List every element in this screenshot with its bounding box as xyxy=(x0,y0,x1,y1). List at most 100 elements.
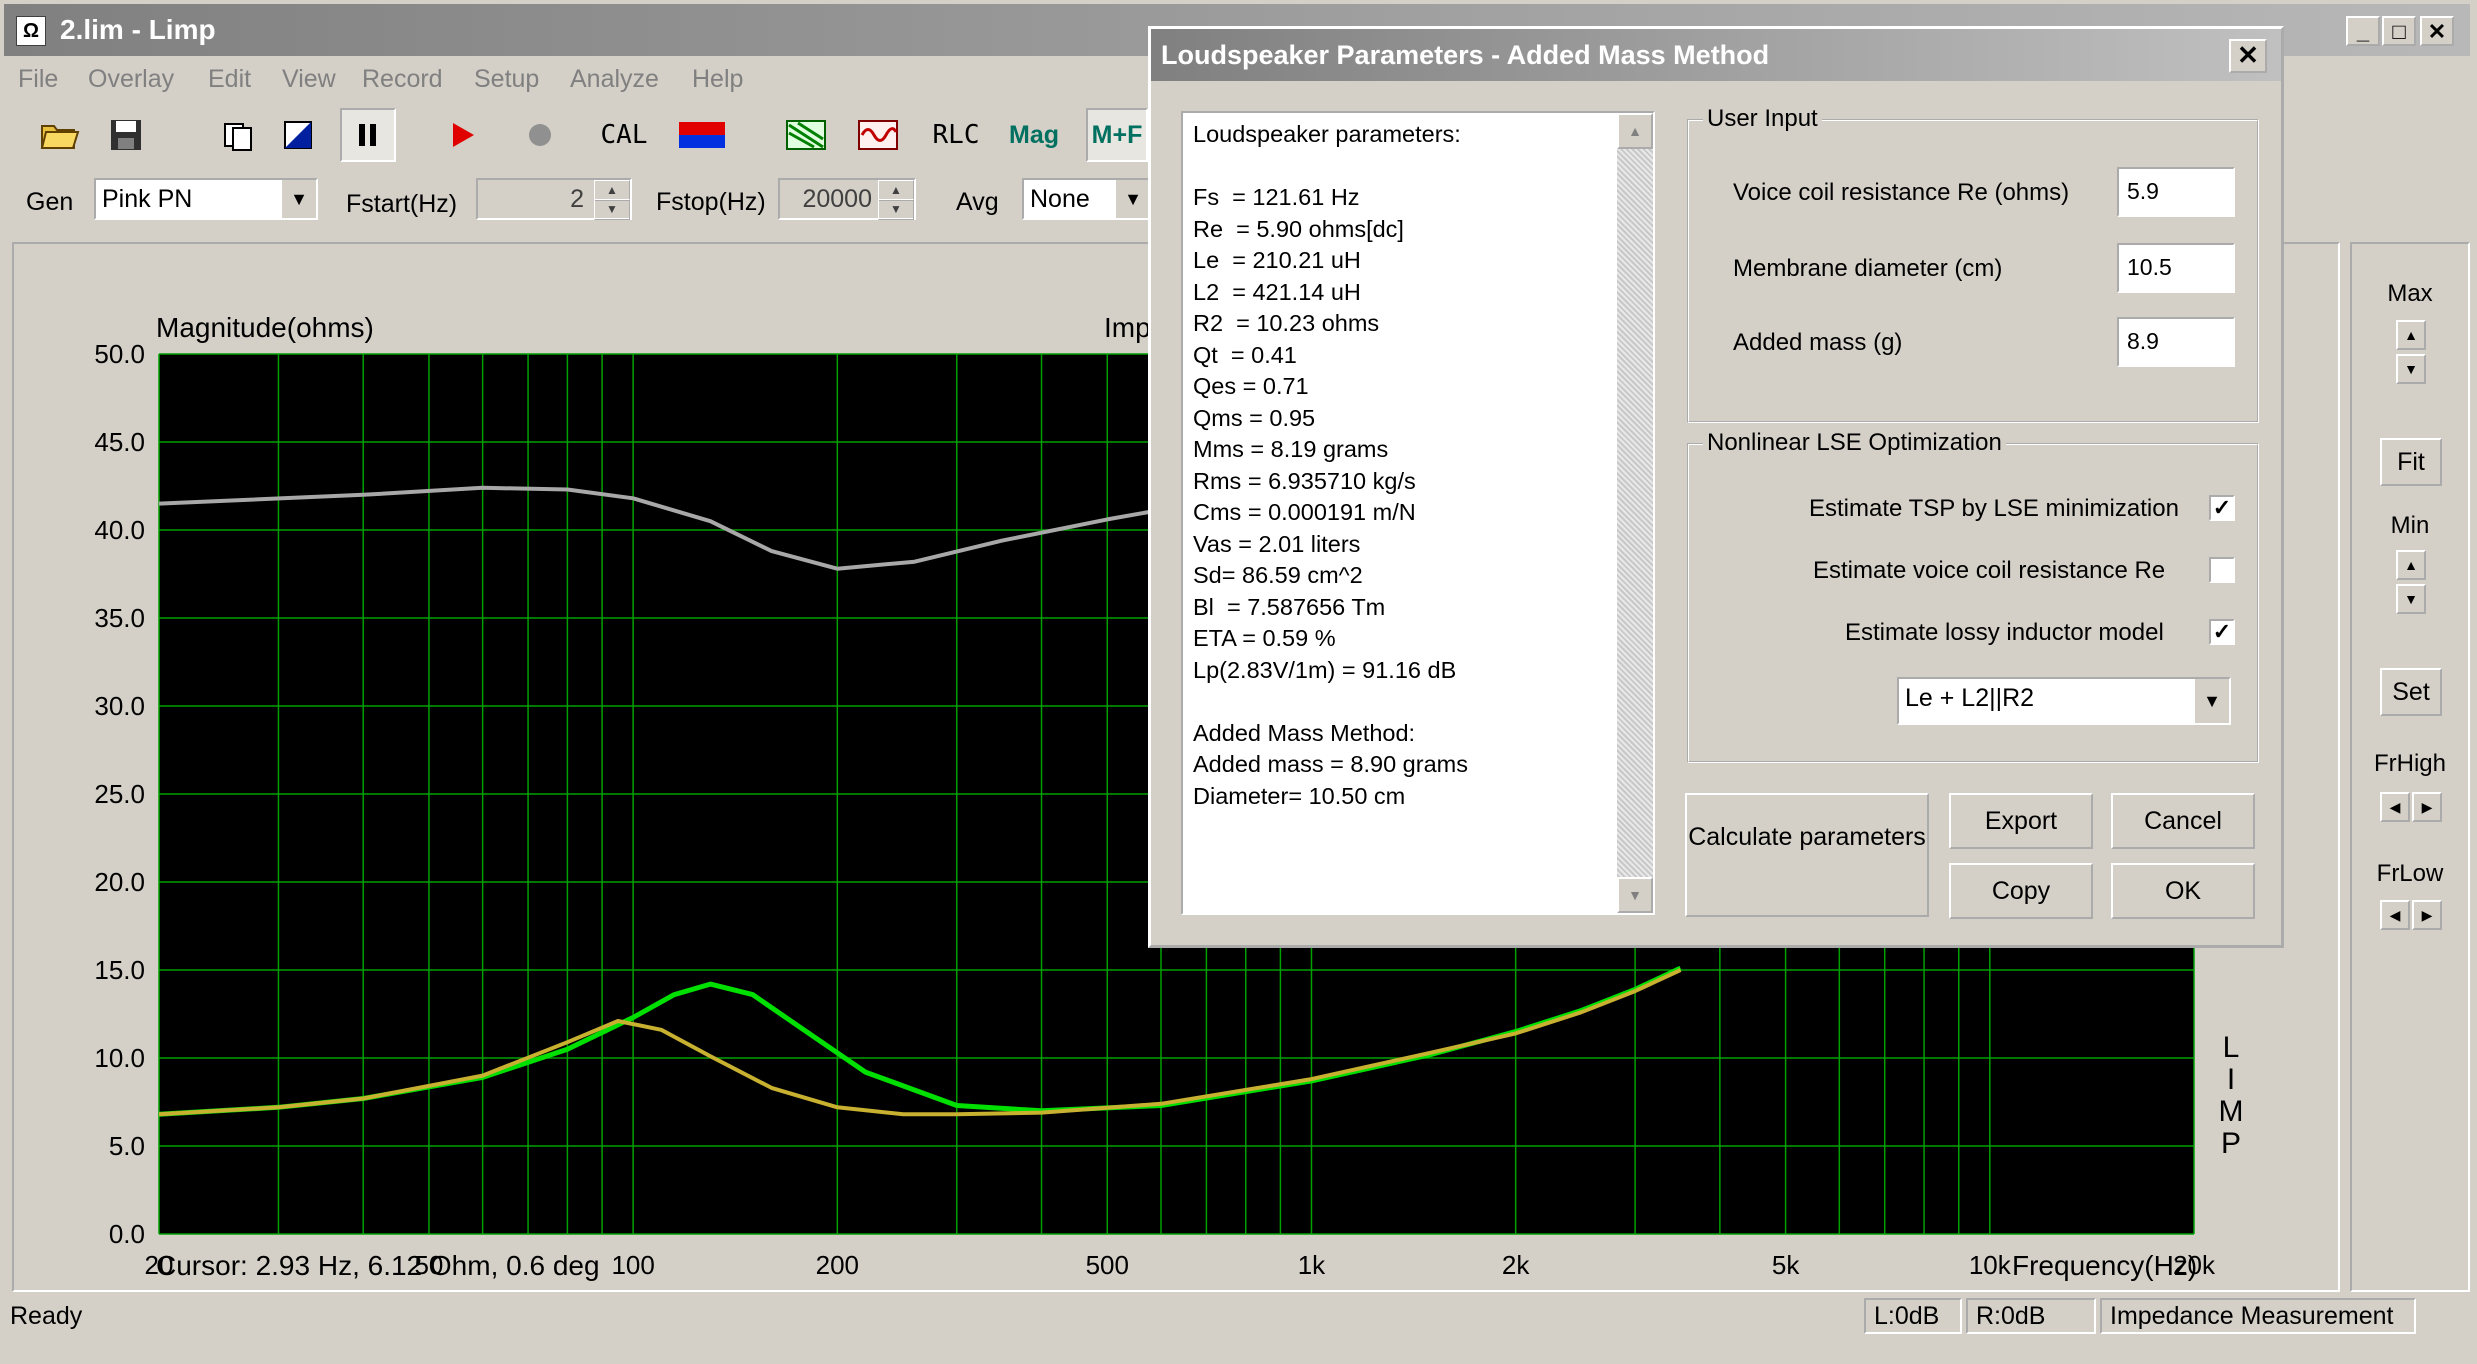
menu-file[interactable]: File xyxy=(18,65,58,94)
chevron-down-icon[interactable]: ▼ xyxy=(1114,180,1150,218)
copy-page-icon[interactable] xyxy=(210,108,266,162)
loudspeaker-parameters-dialog: Loudspeaker Parameters - Added Mass Meth… xyxy=(1148,26,2284,948)
filter-chart-icon[interactable] xyxy=(778,108,834,162)
spin-down-icon[interactable]: ▼ xyxy=(878,199,914,220)
lse-optimization-group: Nonlinear LSE Optimization Estimate TSP … xyxy=(1687,429,2259,763)
parameter-line: Added mass = 8.90 grams xyxy=(1193,751,1468,777)
x-tick-label: 100 xyxy=(611,1250,654,1280)
frhigh-label: FrHigh xyxy=(2373,750,2446,777)
estimate-tsp-label: Estimate TSP by LSE minimization xyxy=(1809,495,2179,522)
chevron-down-icon[interactable]: ▼ xyxy=(280,180,316,218)
menu-overlay[interactable]: Overlay xyxy=(88,65,174,94)
estimate-lossy-checkbox[interactable]: ✓ xyxy=(2209,619,2235,645)
chevron-down-icon[interactable]: ▼ xyxy=(2193,679,2229,723)
max-up-icon[interactable]: ▲ xyxy=(2396,320,2426,350)
app-icon: Ω xyxy=(16,16,46,46)
spin-up-icon[interactable]: ▲ xyxy=(878,180,914,201)
frlow-label: FrLow xyxy=(2376,860,2444,887)
minimize-button[interactable]: _ xyxy=(2346,16,2380,46)
rlc-button[interactable]: RLC xyxy=(928,108,984,162)
max-down-icon[interactable]: ▼ xyxy=(2396,354,2426,384)
play-icon[interactable] xyxy=(434,108,490,162)
pause-icon[interactable] xyxy=(340,108,396,162)
menu-setup[interactable]: Setup xyxy=(474,65,539,94)
mag-phase-button[interactable]: M+F xyxy=(1086,108,1148,162)
parameter-line: Rms = 6.935710 kg/s xyxy=(1193,467,1416,494)
set-button[interactable]: Set xyxy=(2380,668,2442,716)
fstop-spinner[interactable]: 20000 ▲ ▼ xyxy=(778,178,916,220)
fstart-spinner[interactable]: 2 ▲ ▼ xyxy=(476,178,632,220)
menu-help[interactable]: Help xyxy=(692,65,743,94)
gen-select[interactable]: Pink PN ▼ xyxy=(94,178,318,220)
x-tick-label: 1k xyxy=(1298,1250,1326,1280)
save-icon[interactable] xyxy=(98,108,154,162)
x-tick-label: 500 xyxy=(1086,1250,1129,1280)
estimate-re-checkbox[interactable] xyxy=(2209,557,2235,583)
frlow-right-icon[interactable]: ▶ xyxy=(2412,900,2442,930)
re-input[interactable]: 5.9 xyxy=(2117,167,2235,217)
gen-label: Gen xyxy=(26,188,74,216)
parameter-line: Re = 5.90 ohms[dc] xyxy=(1193,215,1404,242)
parameter-line: L2 = 421.14 uH xyxy=(1193,278,1361,305)
limp-letter: P xyxy=(2220,1127,2241,1160)
fstop-label: Fstop(Hz) xyxy=(656,188,766,216)
estimate-tsp-checkbox[interactable]: ✓ xyxy=(2209,495,2235,521)
diameter-input[interactable]: 10.5 xyxy=(2117,243,2235,293)
user-input-group: User Input Voice coil resistance Re (ohm… xyxy=(1687,105,2259,423)
avg-select[interactable]: None ▼ xyxy=(1022,178,1152,220)
y-tick-label: 35.0 xyxy=(94,603,145,633)
scroll-up-icon[interactable]: ▲ xyxy=(1617,113,1653,149)
textbox-scrollbar[interactable]: ▲ ▼ xyxy=(1617,113,1653,913)
frhigh-right-icon[interactable]: ▶ xyxy=(2412,792,2442,822)
inductor-model-select[interactable]: Le + L2||R2 ▼ xyxy=(1897,677,2231,725)
fit-button[interactable]: Fit xyxy=(2380,438,2442,486)
open-folder-icon[interactable] xyxy=(32,108,88,162)
export-button[interactable]: Export xyxy=(1949,793,2093,849)
dialog-close-button[interactable]: ✕ xyxy=(2229,39,2267,73)
cancel-button[interactable]: Cancel xyxy=(2111,793,2255,849)
calculate-parameters-button[interactable]: Calculate parameters xyxy=(1685,793,1929,917)
waveform-icon[interactable] xyxy=(850,108,906,162)
y-tick-label: 30.0 xyxy=(94,691,145,721)
added-mass-input[interactable]: 8.9 xyxy=(2117,317,2235,367)
user-input-group-label: User Input xyxy=(1703,105,1822,133)
parameters-textbox[interactable]: Loudspeaker parameters: Fs = 121.61 Hz Re … xyxy=(1181,111,1655,915)
menu-view[interactable]: View xyxy=(282,65,336,94)
window-title: 2.lim - Limp xyxy=(60,14,216,45)
mag-button[interactable]: Mag xyxy=(1006,108,1062,162)
menu-edit[interactable]: Edit xyxy=(208,65,251,94)
frhigh-left-icon[interactable]: ◀ xyxy=(2380,792,2410,822)
frlow-left-icon[interactable]: ◀ xyxy=(2380,900,2410,930)
maximize-button[interactable]: □ xyxy=(2382,16,2416,46)
parameter-line: Fs = 121.61 Hz xyxy=(1193,184,1360,210)
parameter-line: Le = 210.21 uH xyxy=(1193,247,1361,273)
limp-vertical-label: L I M P xyxy=(2216,1032,2246,1160)
limp-letter: I xyxy=(2226,1063,2236,1096)
x-tick-label: 2k xyxy=(1502,1250,1530,1280)
menu-record[interactable]: Record xyxy=(362,65,443,94)
limp-letter: M xyxy=(2218,1095,2244,1128)
close-button[interactable]: ✕ xyxy=(2420,16,2454,46)
x-tick-label: 200 xyxy=(816,1250,859,1280)
spin-down-icon[interactable]: ▼ xyxy=(594,199,630,220)
cal-button[interactable]: CAL xyxy=(596,108,652,162)
estimate-lossy-label: Estimate lossy inductor model xyxy=(1845,619,2164,646)
color-bar-icon[interactable] xyxy=(674,108,730,162)
fstop-value: 20000 xyxy=(802,185,872,213)
spin-up-icon[interactable]: ▲ xyxy=(594,180,630,201)
menu-analyze[interactable]: Analyze xyxy=(570,65,659,94)
parameter-line: Cms = 0.000191 m/N xyxy=(1193,499,1416,525)
copy-button[interactable]: Copy xyxy=(1949,863,2093,919)
ok-button[interactable]: OK xyxy=(2111,863,2255,919)
scroll-down-icon[interactable]: ▼ xyxy=(1617,877,1653,913)
record-icon[interactable] xyxy=(512,108,568,162)
status-mode: Impedance Measurement xyxy=(2100,1298,2416,1334)
diagonal-mode-icon[interactable] xyxy=(270,108,326,162)
x-tick-label: 5k xyxy=(1772,1250,1800,1280)
max-label: Max xyxy=(2387,280,2433,307)
status-right-level: R:0dB xyxy=(1966,1298,2096,1334)
parameter-line: Diameter= 10.50 cm xyxy=(1193,782,1406,809)
dialog-title: Loudspeaker Parameters - Added Mass Meth… xyxy=(1161,40,1770,70)
min-up-icon[interactable]: ▲ xyxy=(2396,550,2426,580)
min-down-icon[interactable]: ▼ xyxy=(2396,584,2426,614)
